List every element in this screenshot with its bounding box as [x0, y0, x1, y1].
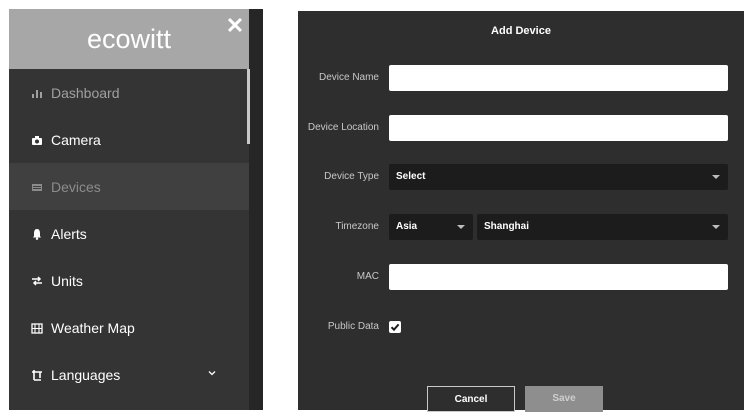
device-type-value: Select	[396, 171, 426, 182]
public-data-label: Public Data	[327, 321, 379, 332]
sidebar: ecowitt ✕ Dashboard Camera Devices Alert…	[9, 9, 263, 410]
close-icon[interactable]: ✕	[224, 15, 246, 37]
chevron-down-icon[interactable]	[207, 368, 217, 378]
checkmark-icon	[390, 323, 400, 332]
sidebar-item-label: Dashboard	[51, 84, 120, 101]
ecowitt-logo: ecowitt	[86, 24, 172, 54]
sidebar-item-languages[interactable]: Languages	[9, 351, 249, 398]
device-location-input[interactable]	[389, 115, 728, 141]
public-data-checkbox[interactable]	[389, 321, 401, 333]
caret-down-icon	[712, 225, 720, 229]
timezone-region-value: Asia	[396, 221, 418, 232]
sidebar-item-dashboard[interactable]: Dashboard	[9, 69, 249, 116]
sidebar-item-alerts[interactable]: Alerts	[9, 210, 249, 257]
cancel-button[interactable]: Cancel	[427, 386, 515, 412]
sidebar-item-units[interactable]: Units	[9, 257, 249, 304]
caret-down-icon	[457, 225, 465, 229]
add-device-dialog: Add Device Device Name Device Location D…	[298, 11, 744, 412]
sidebar-item-camera[interactable]: Camera	[9, 116, 249, 163]
device-name-input[interactable]	[389, 65, 728, 91]
mac-input[interactable]	[389, 264, 728, 290]
sidebar-item-label: Camera	[51, 131, 101, 148]
device-type-label: Device Type	[324, 171, 379, 182]
sidebar-item-label: Alerts	[51, 225, 87, 242]
camera-icon	[32, 135, 42, 145]
dialog-title: Add Device	[491, 25, 551, 37]
device-location-label: Device Location	[307, 122, 379, 133]
map-icon	[31, 322, 43, 334]
sidebar-item-label: Devices	[51, 178, 101, 195]
background-strip	[249, 9, 263, 410]
sidebar-item-label: Weather Map	[51, 319, 135, 336]
sidebar-item-devices[interactable]: Devices	[9, 163, 249, 210]
device-name-label: Device Name	[318, 72, 379, 83]
timezone-city-select[interactable]: Shanghai	[477, 214, 728, 240]
devices-icon	[32, 183, 42, 191]
caret-down-icon	[712, 175, 720, 179]
sidebar-item-label: Languages	[51, 366, 121, 383]
bar-chart-icon	[32, 89, 42, 98]
exchange-icon	[32, 275, 42, 286]
translate-icon	[32, 369, 42, 381]
sidebar-item-label: Units	[51, 272, 83, 289]
sidebar-item-weather-map[interactable]: Weather Map	[9, 304, 249, 351]
sidebar-header: ecowitt ✕	[9, 9, 249, 69]
device-type-select[interactable]: Select	[389, 164, 728, 190]
save-button[interactable]: Save	[525, 386, 603, 412]
mac-label: MAC	[356, 271, 379, 282]
timezone-region-select[interactable]: Asia	[389, 214, 473, 240]
bell-icon	[33, 228, 41, 240]
timezone-label: Timezone	[335, 221, 379, 232]
timezone-city-value: Shanghai	[484, 221, 530, 232]
